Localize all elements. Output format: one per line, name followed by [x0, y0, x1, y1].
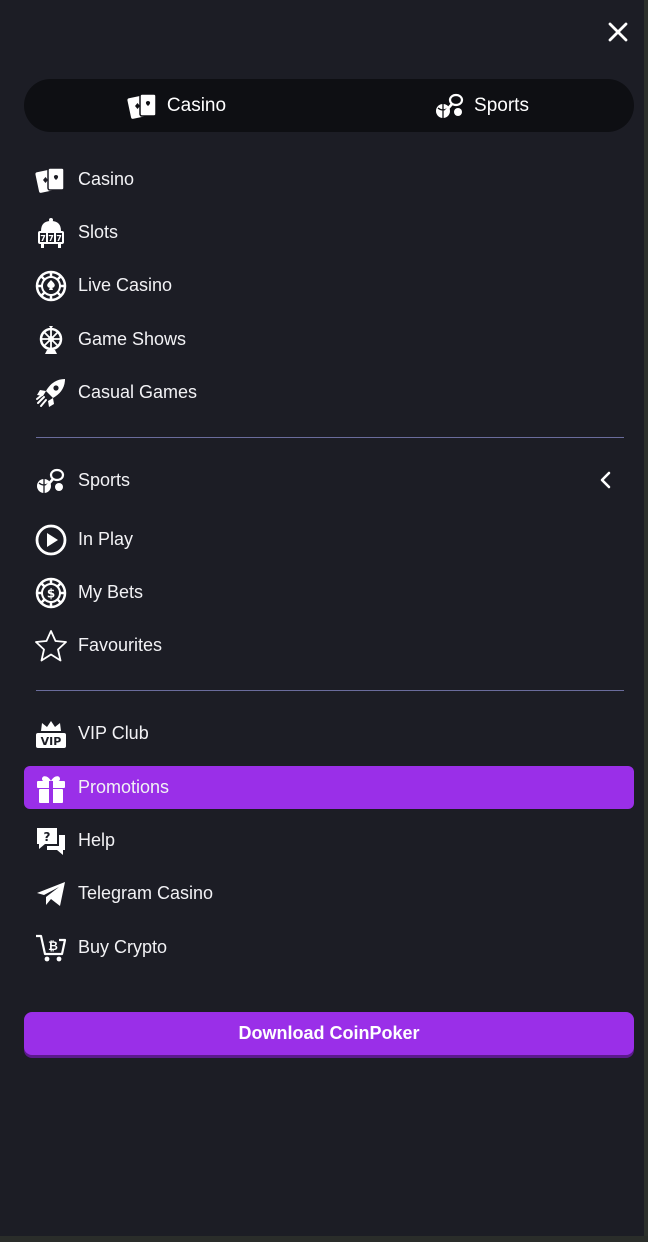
background-edge — [0, 1236, 648, 1242]
menu-item-label: Slots — [78, 222, 119, 242]
crypto-cart-icon: ₿ — [34, 931, 68, 965]
telegram-icon — [34, 877, 68, 911]
svg-text:₿: ₿ — [48, 939, 58, 953]
gift-icon — [34, 771, 68, 805]
tab-casino[interactable]: Casino — [24, 79, 329, 132]
help-chat-icon: ? — [34, 824, 68, 858]
menu-item-help[interactable]: ? Help — [24, 819, 634, 862]
menu-item-buy-crypto[interactable]: ₿ Buy Crypto — [24, 926, 634, 969]
menu-item-label: Sports — [78, 470, 131, 490]
menu-item-label: Live Casino — [78, 275, 173, 295]
cards-icon — [127, 92, 157, 119]
download-coinpoker-button[interactable]: Download CoinPoker — [24, 1012, 634, 1055]
wheel-icon — [34, 323, 68, 357]
close-button[interactable] — [603, 17, 633, 47]
close-icon — [608, 22, 628, 42]
svg-text:$: $ — [47, 586, 55, 600]
menu-item-label: Telegram Casino — [78, 883, 214, 903]
menu-item-favourites[interactable]: Favourites — [24, 624, 634, 667]
cards-icon — [34, 163, 68, 197]
star-icon — [34, 629, 68, 663]
menu-item-label: In Play — [78, 529, 134, 549]
menu-item-label: Favourites — [78, 635, 163, 655]
section-divider — [36, 690, 624, 691]
menu-item-label: Promotions — [78, 777, 170, 797]
sports-icon — [34, 464, 68, 498]
menu-item-my-bets[interactable]: $ My Bets — [24, 571, 634, 614]
menu-item-label: VIP Club — [78, 723, 149, 743]
side-menu: Casino Sports Casino 7 7 7 Slots Live Ca… — [0, 0, 648, 1242]
menu-item-label: Casino — [78, 169, 135, 189]
tab-casino-label: Casino — [166, 94, 227, 116]
chevron-left-icon[interactable] — [596, 470, 616, 490]
menu-item-casual-games[interactable]: Casual Games — [24, 371, 634, 414]
tab-sports[interactable]: Sports — [329, 79, 634, 132]
tab-sports-label: Sports — [474, 94, 529, 116]
chip-icon — [34, 269, 68, 303]
svg-text:VIP: VIP — [41, 735, 62, 748]
section-divider — [36, 437, 624, 438]
sports-icon — [436, 93, 464, 118]
rocket-icon — [34, 376, 68, 410]
svg-text:7: 7 — [40, 234, 46, 243]
vip-crown-icon: VIP — [34, 717, 68, 751]
menu-item-in-play[interactable]: In Play — [24, 518, 634, 561]
menu-item-casino[interactable]: Casino — [24, 158, 634, 201]
menu-item-label: Help — [78, 830, 116, 850]
dollar-chip-icon: $ — [34, 576, 68, 610]
menu-item-slots[interactable]: 7 7 7 Slots — [24, 211, 634, 254]
play-icon — [34, 523, 68, 557]
menu-item-game-shows[interactable]: Game Shows — [24, 318, 634, 361]
menu-item-label: Game Shows — [78, 329, 187, 349]
menu-item-label: My Bets — [78, 582, 144, 602]
menu-item-sports[interactable]: Sports — [24, 459, 634, 502]
slot-machine-icon: 7 7 7 — [34, 216, 68, 250]
menu-item-vip-club[interactable]: VIP VIP Club — [24, 712, 634, 755]
menu-item-promotions[interactable]: Promotions — [24, 766, 634, 809]
svg-text:?: ? — [44, 830, 51, 844]
background-edge — [644, 0, 648, 1242]
menu-item-telegram-casino[interactable]: Telegram Casino — [24, 872, 634, 915]
menu-item-label: Buy Crypto — [78, 937, 168, 957]
svg-text:7: 7 — [56, 234, 62, 243]
svg-text:7: 7 — [48, 234, 54, 243]
menu-item-live-casino[interactable]: Live Casino — [24, 264, 634, 307]
casino-sports-switcher: Casino Sports — [24, 79, 634, 132]
menu-item-label: Casual Games — [78, 382, 198, 402]
